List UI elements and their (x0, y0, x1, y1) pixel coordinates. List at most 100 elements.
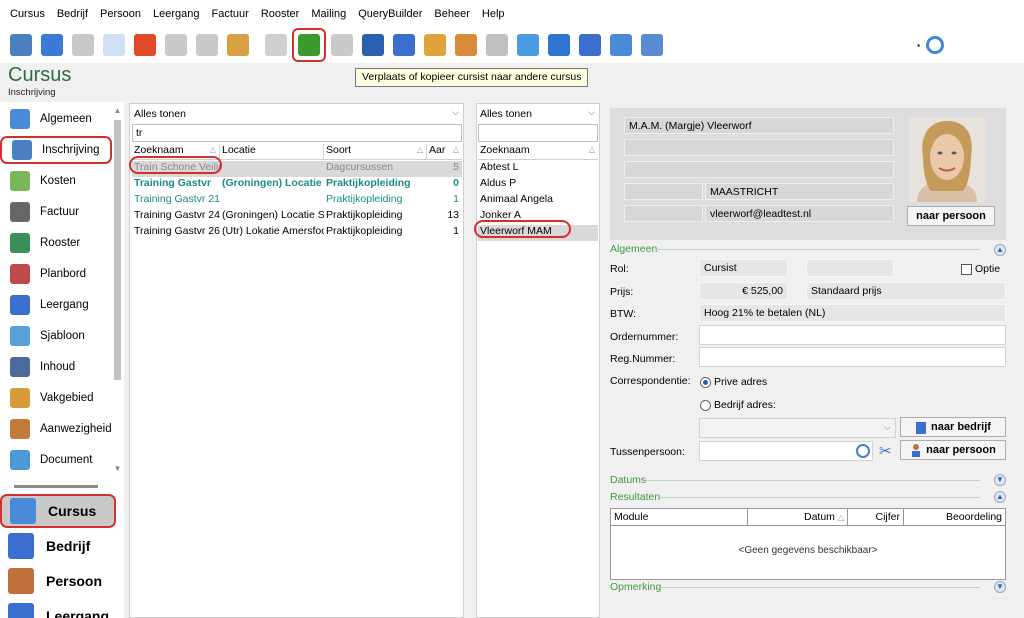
scroll-up-icon[interactable]: ▲ (113, 106, 122, 115)
sidebar-item-document[interactable]: Document (0, 446, 110, 474)
clear-scissors-icon[interactable]: ✂ (879, 442, 892, 460)
goto-person-button[interactable]: naar persoon (907, 206, 995, 226)
scroll-thumb[interactable] (114, 120, 121, 380)
student-search-input[interactable] (478, 124, 598, 142)
menu-bedrijf[interactable]: Bedrijf (51, 8, 94, 20)
sidebar-item-sjabloon[interactable]: Sjabloon (0, 322, 110, 350)
menu-beheer[interactable]: Beheer (428, 8, 475, 20)
folders-button[interactable] (575, 30, 605, 60)
student-filter-select[interactable]: Alles tonen ⌵ (478, 105, 598, 122)
module-leergang[interactable]: Leergang (0, 599, 124, 618)
sidebar-splitter[interactable] (14, 485, 98, 488)
col-datum[interactable]: Datum △ (748, 509, 848, 525)
chair-button[interactable] (544, 30, 574, 60)
person-card-button[interactable] (451, 30, 481, 60)
sidebar-item-vakgebied[interactable]: Vakgebied (0, 384, 110, 412)
col-zoeknaam[interactable]: Zoeknaam △ (478, 144, 598, 159)
section-datums[interactable]: Datums (610, 473, 646, 487)
course-search-input[interactable]: tr (132, 124, 462, 142)
search-icon[interactable] (856, 444, 870, 458)
planboard-icon (10, 264, 30, 284)
goto-company-button[interactable]: naar bedrijf (900, 417, 1006, 437)
cell-count: 5 (453, 161, 459, 173)
col-module[interactable]: Module (611, 509, 748, 525)
sidebar-item-aanwezigheid[interactable]: Aanwezigheid (0, 415, 112, 443)
regnummer-input[interactable] (699, 347, 1006, 367)
list-item[interactable]: Aldus P (478, 177, 598, 193)
course-filter-select[interactable]: Alles tonen ⌵ (132, 105, 462, 122)
menu-cursus[interactable]: Cursus (4, 8, 51, 20)
sidebar-item-kosten[interactable]: Kosten (0, 167, 110, 195)
sidebar-item-inhoud[interactable]: Inhoud (0, 353, 110, 381)
ordernummer-input[interactable] (699, 325, 1006, 345)
headset-button[interactable] (327, 30, 357, 60)
sidebar-item-rooster[interactable]: Rooster (0, 229, 110, 257)
menu-factuur[interactable]: Factuur (206, 8, 255, 20)
word-button[interactable] (358, 30, 388, 60)
list-button[interactable] (261, 30, 291, 60)
mail-button[interactable] (637, 30, 667, 60)
forward-arrow-button[interactable] (68, 30, 98, 60)
goto-person-button-2[interactable]: naar persoon (900, 440, 1006, 460)
tussenpersoon-input[interactable] (699, 441, 873, 461)
menu-help[interactable]: Help (476, 8, 511, 20)
pen-button[interactable] (513, 30, 543, 60)
list-item[interactable]: Abtest L (478, 161, 598, 177)
col-locatie[interactable]: Locatie (220, 144, 324, 159)
module-persoon[interactable]: Persoon (0, 564, 124, 598)
undo-button[interactable] (192, 30, 222, 60)
pen-icon (517, 34, 539, 56)
chevron-down-icon[interactable]: ▪ (917, 41, 920, 50)
col-aantal[interactable]: Aar △ (427, 144, 462, 159)
clipboard-button[interactable] (6, 30, 36, 60)
expand-icon[interactable]: ▼ (994, 581, 1006, 593)
toolbar-search[interactable]: ▪ (917, 36, 944, 54)
table-row[interactable]: Training Gastvr 2403(Groningen) Locatie … (132, 209, 462, 225)
sidebar-scrollbar[interactable]: ▲ ▼ (112, 106, 123, 476)
money-bag-button[interactable] (223, 30, 253, 60)
list-item[interactable]: Animaal Angela (478, 193, 598, 209)
sidebar-item-leergang[interactable]: Leergang (0, 291, 110, 319)
new-document-button[interactable] (99, 30, 129, 60)
scroll-down-icon[interactable]: ▼ (113, 464, 122, 473)
module-cursus[interactable]: Cursus (0, 494, 116, 528)
prive-adres-radio[interactable]: Prive adres (700, 376, 767, 388)
collapse-icon[interactable]: ▲ (994, 244, 1006, 256)
sidebar-item-label: Vakgebied (40, 392, 94, 404)
menu-querybuilder[interactable]: QueryBuilder (352, 8, 428, 20)
table-row[interactable]: Training Gastvr 2610(Utr) Lokatie Amersf… (132, 225, 462, 241)
menu-rooster[interactable]: Rooster (255, 8, 306, 20)
section-opmerking[interactable]: Opmerking (610, 580, 661, 594)
spreadsheet-button[interactable] (420, 30, 450, 60)
module-bedrijf[interactable]: Bedrijf (0, 529, 124, 563)
footsteps-button[interactable] (292, 28, 326, 62)
notepad-button[interactable] (606, 30, 636, 60)
bedrijf-adres-radio[interactable]: Bedrijf adres: (700, 399, 776, 411)
sidebar-item-inschrijving[interactable]: Inschrijving (0, 136, 112, 164)
delete-x-button[interactable] (130, 30, 160, 60)
collapse-icon[interactable]: ▲ (994, 491, 1006, 503)
section-algemeen[interactable]: Algemeen (610, 242, 657, 256)
section-resultaten[interactable]: Resultaten (610, 490, 660, 504)
table-row[interactable]: Training Gastvr 2102 Praktijkopleiding 1 (132, 193, 462, 209)
save-button[interactable] (161, 30, 191, 60)
sidebar-item-factuur[interactable]: Factuur (0, 198, 110, 226)
cell-location (220, 193, 324, 209)
sidebar-item-planbord[interactable]: Planbord (0, 260, 110, 288)
dots-button[interactable] (482, 30, 512, 60)
back-arrow-button[interactable] (37, 30, 67, 60)
col-soort[interactable]: Soort △ (324, 144, 427, 159)
col-beoordeling[interactable]: Beoordeling (904, 509, 1005, 525)
col-cijfer[interactable]: Cijfer (848, 509, 904, 525)
search-icon[interactable] (926, 36, 944, 54)
menu-leergang[interactable]: Leergang (147, 8, 206, 20)
expand-icon[interactable]: ▼ (994, 474, 1006, 486)
optie-checkbox[interactable]: Optie (961, 263, 1000, 275)
menu-mailing[interactable]: Mailing (305, 8, 352, 20)
chevron-down-icon: ⌵ (884, 422, 891, 432)
bedrijf-adres-select[interactable]: ⌵ (699, 418, 896, 438)
list-lines-button[interactable] (389, 30, 419, 60)
menu-persoon[interactable]: Persoon (94, 8, 147, 20)
table-row[interactable]: Training Gastvr (Groningen) Locatie Prakti… (132, 177, 462, 193)
sidebar-item-algemeen[interactable]: Algemeen (0, 105, 110, 133)
